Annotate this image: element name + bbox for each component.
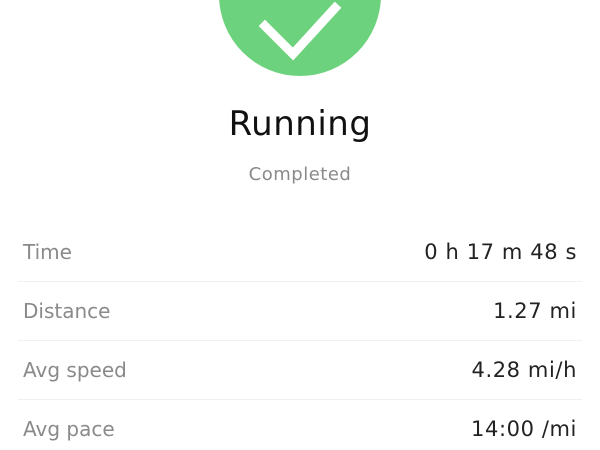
stats-list: Time 0 h 17 m 48 s Distance 1.27 mi Avg … [18,223,582,450]
activity-title: Running [228,104,372,144]
stat-label: Time [23,240,72,264]
stat-label: Avg pace [23,417,115,441]
stat-label: Avg speed [23,358,127,382]
checkmark-icon [258,1,342,61]
stat-label: Distance [23,299,111,323]
stat-value: 0 h 17 m 48 s [424,240,577,264]
stat-row-avg-pace: Avg pace 14:00 /mi [18,400,582,450]
stat-value: 14:00 /mi [471,417,577,441]
stat-value: 4.28 mi/h [471,358,577,382]
stat-row-avg-speed: Avg speed 4.28 mi/h [18,341,582,400]
activity-status: Completed [248,164,352,185]
stat-row-time: Time 0 h 17 m 48 s [18,223,582,282]
completed-badge [219,0,381,76]
activity-summary-screen: Running Completed Time 0 h 17 m 48 s Dis… [0,0,600,450]
stat-value: 1.27 mi [493,299,577,323]
stat-row-distance: Distance 1.27 mi [18,282,582,341]
